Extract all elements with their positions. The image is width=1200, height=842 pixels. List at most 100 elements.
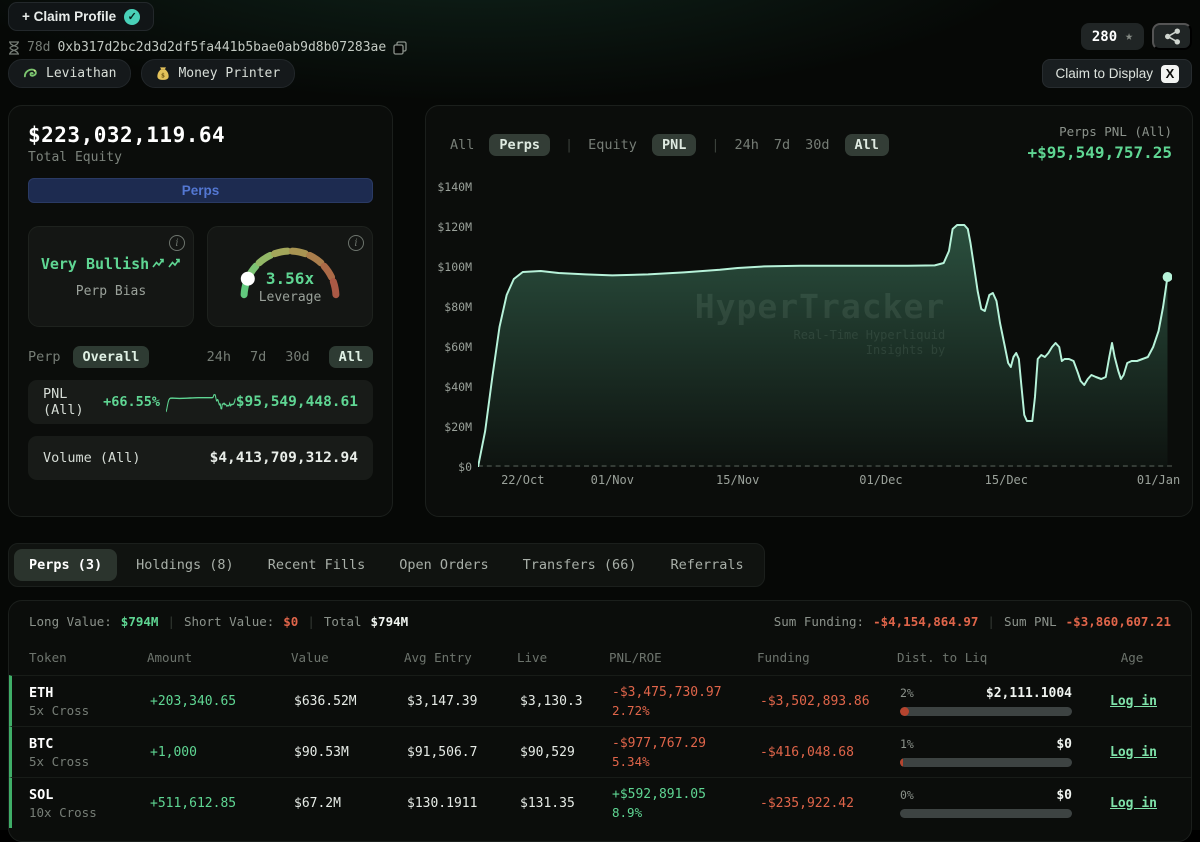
selector-perp[interactable]: Perp bbox=[28, 349, 61, 365]
amount: +511,612.85 bbox=[150, 796, 294, 811]
col-funding: Funding bbox=[757, 650, 897, 665]
hourglass-icon bbox=[8, 41, 20, 55]
x-twitter-icon: X bbox=[1161, 65, 1179, 83]
scope-tab-all[interactable]: All bbox=[450, 137, 474, 153]
col-amount: Amount bbox=[147, 650, 291, 665]
total-equity-label: Total Equity bbox=[28, 150, 373, 165]
range-tab-30d[interactable]: 30d bbox=[805, 137, 829, 153]
token-leverage: 5x Cross bbox=[29, 754, 150, 769]
roe: 2.72% bbox=[612, 703, 760, 718]
liq-progress-bar bbox=[900, 758, 1072, 767]
avg-entry: $130.1911 bbox=[407, 796, 520, 811]
copy-icon[interactable] bbox=[393, 41, 407, 55]
metric-tab-pnl[interactable]: PNL bbox=[652, 134, 696, 156]
table-row[interactable]: SOL 10x Cross +511,612.85 $67.2M $130.19… bbox=[9, 777, 1191, 828]
y-axis-tick: $120M bbox=[437, 220, 472, 234]
dist-pct: 1% bbox=[900, 737, 914, 751]
table-row[interactable]: ETH 5x Cross +203,340.65 $636.52M $3,147… bbox=[9, 675, 1191, 726]
score-badge[interactable]: 280 ★ bbox=[1081, 23, 1144, 50]
badge-label: Money Printer bbox=[178, 66, 280, 81]
claim-profile-button[interactable]: + Claim Profile ✓ bbox=[8, 2, 154, 31]
profile-badges: Leviathan $ Money Printer bbox=[8, 59, 295, 88]
badge-money-printer[interactable]: $ Money Printer bbox=[141, 59, 295, 88]
y-axis-tick: $60M bbox=[444, 340, 472, 354]
range-tab-7d[interactable]: 7d bbox=[774, 137, 790, 153]
range-30d[interactable]: 30d bbox=[285, 349, 309, 365]
tab-recent-fills[interactable]: Recent Fills bbox=[253, 549, 381, 581]
perps-filter-button[interactable]: Perps bbox=[28, 178, 373, 203]
volume-label: Volume (All) bbox=[43, 450, 141, 466]
range-all[interactable]: All bbox=[329, 346, 373, 368]
info-icon[interactable]: i bbox=[169, 235, 185, 251]
score-value: 280 bbox=[1092, 29, 1117, 45]
perp-bias-label: Perp Bias bbox=[76, 284, 146, 299]
pnl-stat-row: PNL (All) +66.55% $95,549,448.61 bbox=[28, 380, 373, 424]
col-live: Live bbox=[517, 650, 609, 665]
col-dist-to-liq: Dist. to Liq bbox=[897, 650, 1087, 665]
tab-holdings[interactable]: Holdings (8) bbox=[121, 549, 249, 581]
log-in-link[interactable]: Log in bbox=[1110, 745, 1157, 760]
pnl: +$592,891.05 bbox=[612, 787, 760, 802]
tab-perps[interactable]: Perps (3) bbox=[14, 549, 117, 581]
scope-tab-perps[interactable]: Perps bbox=[489, 134, 550, 156]
liq-price: $0 bbox=[1056, 737, 1072, 752]
liq-price: $0 bbox=[1056, 788, 1072, 803]
pnl-label: PNL (All) bbox=[43, 386, 96, 418]
metric-tab-equity[interactable]: Equity bbox=[588, 137, 637, 153]
chart-up-icon bbox=[168, 258, 181, 269]
y-axis: $140M$120M$100M$80M$60M$40M$20M$0 bbox=[434, 185, 472, 467]
y-axis-tick: $100M bbox=[437, 260, 472, 274]
perp-bias-card: i Very Bullish Perp Bias bbox=[28, 226, 194, 327]
money-bag-icon: $ bbox=[156, 66, 170, 81]
claim-to-display-label: Claim to Display bbox=[1055, 66, 1153, 81]
long-value: $794M bbox=[121, 614, 159, 629]
wallet-address-row: 78d 0xb317d2bc2d3d2df5fa441b5bae0ab9d8b0… bbox=[8, 40, 407, 55]
verified-badge-icon: ✓ bbox=[124, 9, 140, 25]
sum-funding-label: Sum Funding: bbox=[774, 614, 864, 629]
funding: -$235,922.42 bbox=[760, 796, 900, 811]
short-value-label: Short Value: bbox=[184, 614, 274, 629]
tab-transfers[interactable]: Transfers (66) bbox=[508, 549, 652, 581]
table-header: Token Amount Value Avg Entry Live PNL/RO… bbox=[9, 638, 1191, 675]
token-symbol: BTC bbox=[29, 736, 150, 752]
liq-progress-bar bbox=[900, 809, 1072, 818]
tab-open-orders[interactable]: Open Orders bbox=[384, 549, 503, 581]
total-equity-value: $223,032,119.64 bbox=[28, 123, 373, 147]
pnl-chart[interactable]: $140M$120M$100M$80M$60M$40M$20M$0 HyperT… bbox=[478, 185, 1172, 467]
divider: | bbox=[565, 137, 573, 153]
leverage-gauge-card: i 3.56x Leverage bbox=[207, 226, 373, 327]
roe: 8.9% bbox=[612, 805, 760, 820]
range-7d[interactable]: 7d bbox=[250, 349, 266, 365]
table-row[interactable]: BTC 5x Cross +1,000 $90.53M $91,506.7 $9… bbox=[9, 726, 1191, 777]
selector-overall[interactable]: Overall bbox=[73, 346, 150, 368]
address-age: 78d bbox=[27, 40, 50, 55]
range-tab-24h[interactable]: 24h bbox=[734, 137, 758, 153]
log-in-link[interactable]: Log in bbox=[1110, 694, 1157, 709]
total-label: Total bbox=[324, 614, 362, 629]
y-axis-tick: $0 bbox=[458, 460, 472, 474]
sum-pnl-value: -$3,860,607.21 bbox=[1066, 614, 1171, 629]
claim-to-display-button[interactable]: Claim to Display X bbox=[1042, 59, 1192, 88]
positions-summary: Long Value: $794M | Short Value: $0 | To… bbox=[9, 601, 1191, 638]
volume-value: $4,413,709,312.94 bbox=[210, 450, 358, 466]
x-axis-tick: 15/Nov bbox=[716, 473, 759, 487]
log-in-link[interactable]: Log in bbox=[1110, 796, 1157, 811]
col-token: Token bbox=[9, 650, 147, 665]
x-axis-tick: 01/Dec bbox=[859, 473, 902, 487]
share-button[interactable] bbox=[1152, 23, 1192, 50]
sum-funding-value: -$4,154,864.97 bbox=[873, 614, 978, 629]
volume-stat-row: Volume (All) $4,413,709,312.94 bbox=[28, 436, 373, 480]
pnl: -$977,767.29 bbox=[612, 736, 760, 751]
wallet-address[interactable]: 0xb317d2bc2d3d2df5fa441b5bae0ab9d8b07283… bbox=[57, 40, 386, 55]
liq-progress-bar bbox=[900, 707, 1072, 716]
badge-leviathan[interactable]: Leviathan bbox=[8, 59, 131, 88]
value: $90.53M bbox=[294, 745, 407, 760]
long-value-label: Long Value: bbox=[29, 614, 112, 629]
tab-referrals[interactable]: Referrals bbox=[655, 549, 758, 581]
y-axis-tick: $40M bbox=[444, 380, 472, 394]
col-avg-entry: Avg Entry bbox=[404, 650, 517, 665]
pnl-chart-panel: All Perps | Equity PNL | 24h 7d 30d All … bbox=[425, 105, 1193, 517]
roe: 5.34% bbox=[612, 754, 760, 769]
range-24h[interactable]: 24h bbox=[207, 349, 231, 365]
range-tab-all[interactable]: All bbox=[845, 134, 889, 156]
